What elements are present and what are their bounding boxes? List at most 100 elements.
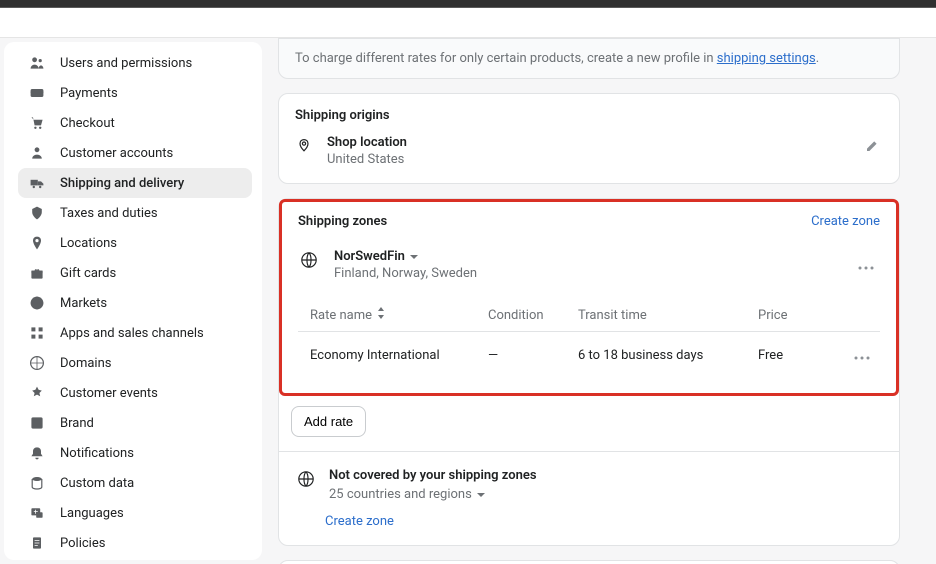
sidebar-item-label: Payments	[60, 86, 118, 101]
sidebar-item-label: Customer accounts	[60, 146, 173, 161]
sidebar-item-label: Users and permissions	[60, 56, 192, 71]
chevron-down-icon	[476, 489, 488, 501]
window-toolbar	[0, 8, 936, 38]
markets-icon	[28, 294, 46, 312]
not-covered-count: 25 countries and regions	[329, 487, 472, 502]
rate-transit-cell: 6 to 18 business days	[578, 348, 758, 363]
zone-name-toggle[interactable]: NorSwedFin	[334, 249, 477, 264]
rate-price-cell: Free	[758, 348, 848, 363]
window-titlebar	[0, 0, 936, 8]
shipping-zones-card: Shipping zones Create zone NorSwedFin	[278, 198, 900, 546]
dots-icon	[858, 258, 874, 273]
shop-location-value: United States	[327, 152, 407, 167]
sidebar-item-label: Brand	[60, 416, 94, 431]
sidebar-item-languages[interactable]: Languages	[18, 498, 252, 528]
dots-icon	[854, 348, 870, 363]
customdata-icon	[28, 474, 46, 492]
sidebar-item-label: Customer events	[60, 386, 158, 401]
sidebar-item-users[interactable]: Users and permissions	[18, 48, 252, 78]
policies-icon	[28, 534, 46, 552]
sidebar-item-taxes[interactable]: Taxes and duties	[18, 198, 252, 228]
start-shipping-card: Start shipping to more places Add countr…	[278, 560, 900, 564]
add-rate-button[interactable]: Add rate	[291, 406, 366, 437]
taxes-icon	[28, 204, 46, 222]
shipping-settings-link[interactable]: shipping settings	[717, 51, 816, 66]
sidebar-item-gift-cards[interactable]: Gift cards	[18, 258, 252, 288]
users-icon	[28, 54, 46, 72]
sort-icon	[376, 307, 386, 323]
page: Users and permissions Payments Checkout …	[0, 38, 936, 564]
info-banner-suffix: .	[816, 51, 819, 66]
create-zone-link-2[interactable]: Create zone	[325, 514, 883, 529]
create-zone-link[interactable]: Create zone	[811, 214, 880, 229]
settings-sidebar: Users and permissions Payments Checkout …	[4, 42, 262, 560]
sidebar-item-label: Policies	[60, 536, 105, 551]
rates-table: Rate name Condition Transit time Price E…	[298, 299, 880, 379]
col-transit[interactable]: Transit time	[578, 308, 758, 323]
sidebar-item-label: Markets	[60, 296, 107, 311]
rate-condition-cell: —	[488, 348, 578, 363]
locations-icon	[28, 234, 46, 252]
not-covered-title: Not covered by your shipping zones	[329, 468, 537, 483]
not-covered-count-toggle[interactable]: 25 countries and regions	[329, 487, 537, 502]
sidebar-item-label: Checkout	[60, 116, 115, 131]
zone-countries: Finland, Norway, Sweden	[334, 266, 477, 281]
sidebar-item-label: Shipping and delivery	[60, 176, 184, 191]
shop-location-title: Shop location	[327, 135, 407, 150]
sidebar-item-activity-log[interactable]: Store activity log	[18, 558, 252, 560]
checkout-icon	[28, 114, 46, 132]
globe-icon	[295, 468, 317, 490]
gift-icon	[28, 264, 46, 282]
sidebar-item-label: Notifications	[60, 446, 134, 461]
events-icon	[28, 384, 46, 402]
languages-icon	[28, 504, 46, 522]
not-covered-section: Not covered by your shipping zones 25 co…	[279, 452, 899, 545]
sidebar-item-locations[interactable]: Locations	[18, 228, 252, 258]
customer-icon	[28, 144, 46, 162]
apps-icon	[28, 324, 46, 342]
globe-icon	[298, 249, 320, 271]
sidebar-item-policies[interactable]: Policies	[18, 528, 252, 558]
sidebar-item-label: Taxes and duties	[60, 206, 158, 221]
sidebar-item-domains[interactable]: Domains	[18, 348, 252, 378]
col-condition[interactable]: Condition	[488, 308, 578, 323]
sidebar-item-label: Apps and sales channels	[60, 326, 204, 341]
shipping-zones-title: Shipping zones	[298, 214, 387, 229]
sidebar-item-label: Locations	[60, 236, 117, 251]
sidebar-item-checkout[interactable]: Checkout	[18, 108, 252, 138]
info-banner: To charge different rates for only certa…	[278, 38, 900, 79]
sidebar-item-apps[interactable]: Apps and sales channels	[18, 318, 252, 348]
shipping-origins-title: Shipping origins	[295, 108, 883, 123]
main-content: To charge different rates for only certa…	[266, 38, 936, 564]
shipping-origins-card: Shipping origins Shop location United St…	[278, 93, 900, 184]
brand-icon	[28, 414, 46, 432]
sidebar-item-payments[interactable]: Payments	[18, 78, 252, 108]
zone-name: NorSwedFin	[334, 249, 405, 264]
info-banner-prefix: To charge different rates for only certa…	[295, 51, 717, 66]
sidebar-item-label: Gift cards	[60, 266, 116, 281]
chevron-down-icon	[409, 251, 421, 263]
rate-more-button[interactable]	[848, 344, 876, 367]
sidebar-item-label: Languages	[60, 506, 124, 521]
zone-more-button[interactable]	[852, 254, 880, 277]
sidebar-item-notifications[interactable]: Notifications	[18, 438, 252, 468]
shipping-icon	[28, 174, 46, 192]
pin-icon	[295, 137, 313, 155]
col-price[interactable]: Price	[758, 308, 848, 323]
col-rate-name[interactable]: Rate name	[298, 307, 488, 323]
edit-origin-button[interactable]	[859, 135, 883, 162]
sidebar-item-customer-accounts[interactable]: Customer accounts	[18, 138, 252, 168]
domains-icon	[28, 354, 46, 372]
sidebar-item-brand[interactable]: Brand	[18, 408, 252, 438]
table-row: Economy International — 6 to 18 business…	[298, 332, 880, 379]
sidebar-item-markets[interactable]: Markets	[18, 288, 252, 318]
notifications-icon	[28, 444, 46, 462]
sidebar-item-custom-data[interactable]: Custom data	[18, 468, 252, 498]
sidebar-item-customer-events[interactable]: Customer events	[18, 378, 252, 408]
payments-icon	[28, 84, 46, 102]
sidebar-item-shipping[interactable]: Shipping and delivery	[18, 168, 252, 198]
sidebar-item-label: Domains	[60, 356, 111, 371]
sidebar-item-label: Custom data	[60, 476, 134, 491]
pencil-icon	[863, 143, 879, 158]
rate-name-cell: Economy International	[298, 348, 488, 363]
